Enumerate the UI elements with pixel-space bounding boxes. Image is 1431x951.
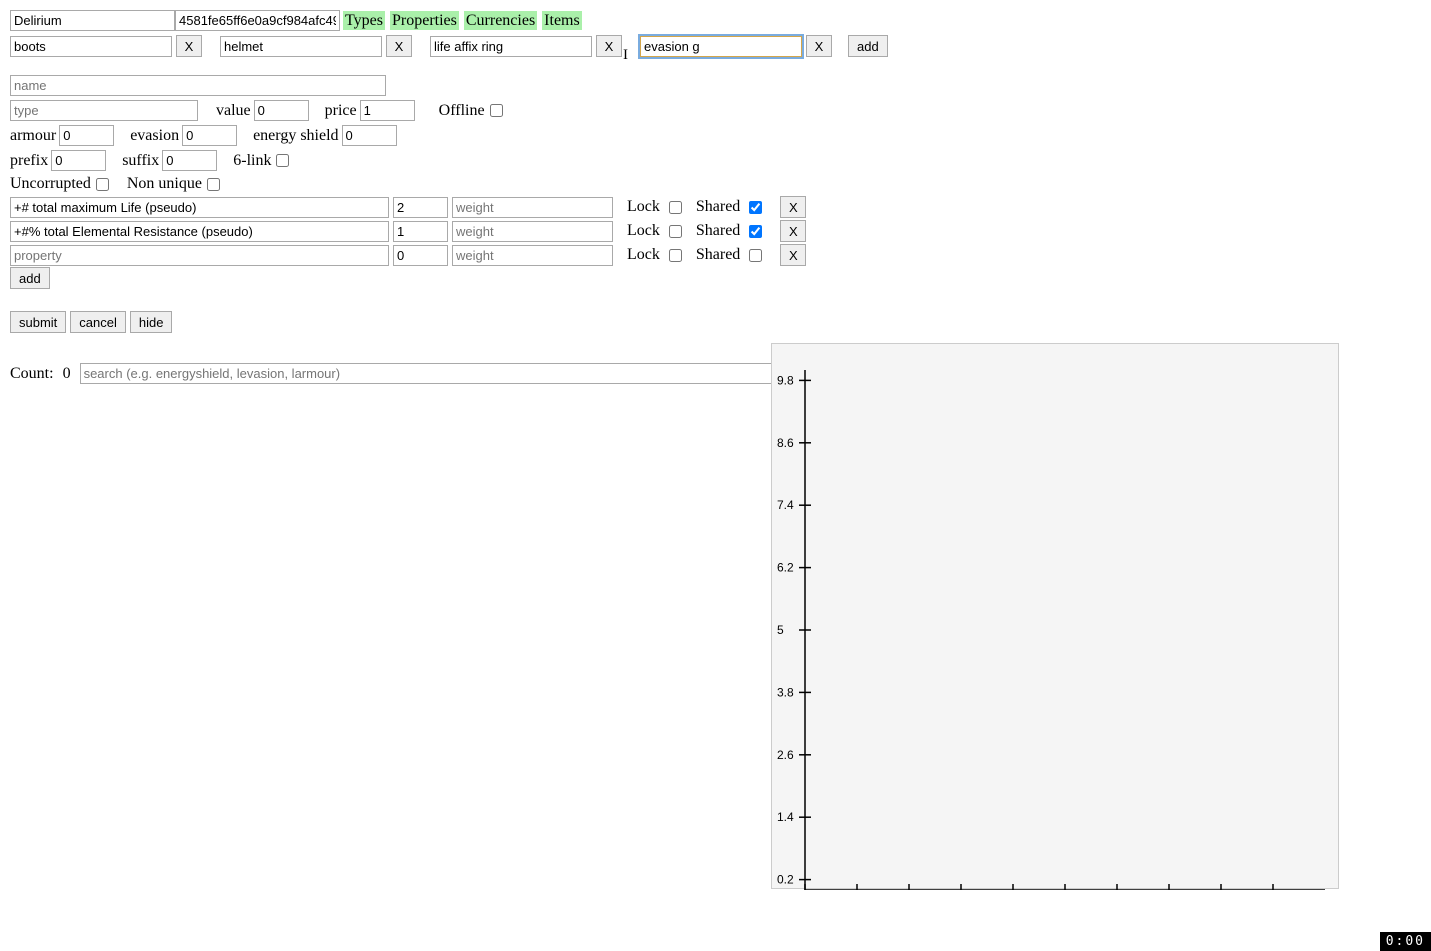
count-value: 0 [63, 365, 71, 383]
prefix-input[interactable] [51, 150, 106, 171]
price-label: price [325, 102, 357, 120]
tag-input-0[interactable] [10, 36, 172, 57]
svg-text:2.6: 2.6 [777, 748, 794, 762]
tag-input-2[interactable] [430, 36, 592, 57]
svg-text:5: 5 [777, 623, 784, 637]
armour-input[interactable] [59, 125, 114, 146]
property-remove-button[interactable]: X [780, 244, 806, 266]
nav-items[interactable]: Items [542, 11, 582, 30]
property-remove-button[interactable]: X [780, 220, 806, 242]
tag-remove-1[interactable]: X [386, 35, 412, 57]
svg-text:9.8: 9.8 [777, 373, 794, 387]
property-row: Lock Shared X [0, 195, 1431, 219]
nonunique-label: Non unique [127, 175, 202, 193]
svg-text:0.2: 0.2 [777, 873, 794, 887]
property-weight-input[interactable] [452, 221, 613, 242]
suffix-input[interactable] [162, 150, 217, 171]
type-input[interactable] [10, 100, 198, 121]
tag-input-1[interactable] [220, 36, 382, 57]
property-add-button[interactable]: add [10, 267, 50, 289]
league-input[interactable] [10, 10, 175, 31]
shared-checkbox[interactable] [749, 249, 762, 262]
offline-label: Offline [439, 102, 485, 120]
svg-text:1.4: 1.4 [777, 810, 794, 824]
cancel-button[interactable]: cancel [70, 311, 126, 333]
sixlink-checkbox[interactable] [276, 154, 289, 167]
property-weight-input[interactable] [452, 197, 613, 218]
hide-button[interactable]: hide [130, 311, 173, 333]
property-value-input[interactable] [393, 245, 448, 266]
property-value-input[interactable] [393, 221, 448, 242]
shared-label: Shared [696, 222, 740, 240]
hash-input[interactable] [175, 10, 340, 31]
nav-properties[interactable]: Properties [390, 11, 459, 30]
offline-checkbox[interactable] [490, 104, 503, 117]
property-row: Lock Shared X [0, 243, 1431, 267]
svg-text:6.2: 6.2 [777, 561, 794, 575]
nav-currencies[interactable]: Currencies [464, 11, 537, 30]
property-weight-input[interactable] [452, 245, 613, 266]
svg-text:8.6: 8.6 [777, 436, 794, 450]
lock-label: Lock [627, 198, 660, 216]
suffix-label: suffix [122, 152, 159, 170]
svg-text:7.4: 7.4 [777, 498, 794, 512]
armour-label: armour [10, 127, 56, 145]
tag-add-button[interactable]: add [848, 35, 888, 57]
uncorrupted-checkbox[interactable] [96, 178, 109, 191]
count-label: Count: [10, 365, 54, 383]
tag-remove-0[interactable]: X [176, 35, 202, 57]
price-input[interactable] [360, 100, 415, 121]
uncorrupted-label: Uncorrupted [10, 175, 91, 193]
property-value-input[interactable] [393, 197, 448, 218]
prefix-label: prefix [10, 152, 48, 170]
property-name-input[interactable] [10, 221, 389, 242]
tag-remove-2[interactable]: X [596, 35, 622, 57]
lock-label: Lock [627, 222, 660, 240]
shared-checkbox[interactable] [749, 201, 762, 214]
chart-axes: 0.2 1.4 2.6 3.8 5 6.2 7.4 8.6 9.8 [772, 344, 1340, 890]
property-name-input[interactable] [10, 245, 389, 266]
evasion-label: evasion [130, 127, 179, 145]
lock-checkbox[interactable] [669, 249, 682, 262]
nonunique-checkbox[interactable] [207, 178, 220, 191]
shared-checkbox[interactable] [749, 225, 762, 238]
tag-input-3[interactable] [640, 36, 802, 57]
svg-text:3.8: 3.8 [777, 685, 794, 699]
tag-remove-3[interactable]: X [806, 35, 832, 57]
evasion-input[interactable] [182, 125, 237, 146]
energy-shield-input[interactable] [342, 125, 397, 146]
value-input[interactable] [254, 100, 309, 121]
nav-types[interactable]: Types [343, 11, 385, 30]
lock-label: Lock [627, 246, 660, 264]
value-label: value [216, 102, 251, 120]
clock-widget: 0:00 [1380, 932, 1431, 951]
property-name-input[interactable] [10, 197, 389, 218]
sixlink-label: 6-link [233, 152, 271, 170]
property-row: Lock Shared X [0, 219, 1431, 243]
lock-checkbox[interactable] [669, 225, 682, 238]
energy-shield-label: energy shield [253, 127, 338, 145]
property-remove-button[interactable]: X [780, 196, 806, 218]
chart-panel: 0.2 1.4 2.6 3.8 5 6.2 7.4 8.6 9.8 [771, 343, 1339, 889]
shared-label: Shared [696, 246, 740, 264]
submit-button[interactable]: submit [10, 311, 66, 333]
lock-checkbox[interactable] [669, 201, 682, 214]
shared-label: Shared [696, 198, 740, 216]
name-input[interactable] [10, 75, 386, 96]
